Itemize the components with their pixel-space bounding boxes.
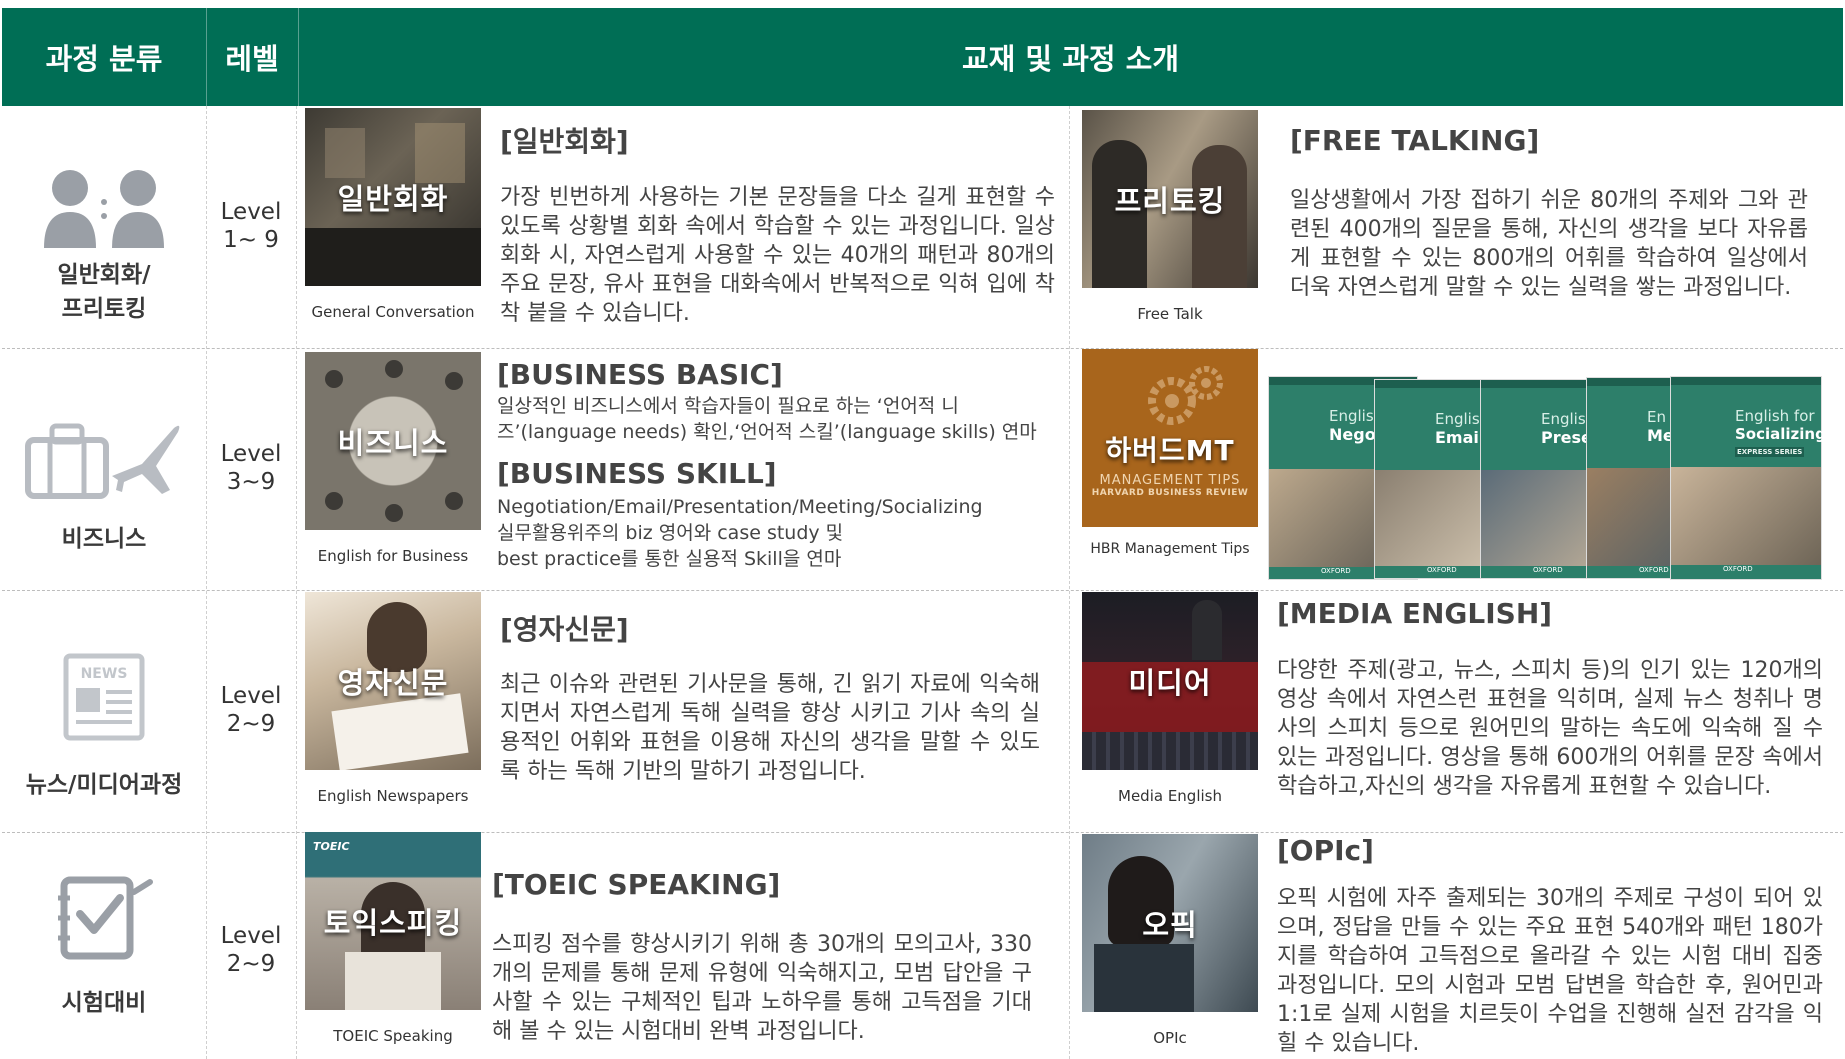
course-description-line: 실무활용위주의 biz 영어와 case study 및 bbox=[497, 522, 844, 544]
course-description: 최근 이슈와 관련된 기사문을 통해, 긴 읽기 자료에 익숙해지면서 자연스럽… bbox=[500, 672, 1040, 784]
briefcase-airplane-icon bbox=[25, 423, 180, 499]
course-thumbnail[interactable]: 비즈니스 English for Business bbox=[305, 352, 481, 566]
table-header: 과정 분류 레벨 교재 및 과정 소개 bbox=[2, 8, 1843, 106]
course-description-line: Negotiation/Email/Presentation/Meeting/S… bbox=[497, 496, 983, 518]
header-intro: 교재 및 과정 소개 bbox=[961, 42, 1180, 76]
course-title: [일반회화] bbox=[500, 125, 629, 158]
svg-text:NEWS: NEWS bbox=[81, 666, 128, 682]
course-title: [영자신문] bbox=[500, 613, 629, 646]
thumbnail-title: 비즈니스 bbox=[337, 426, 449, 460]
course-description: 오픽 시험에 자주 출제되는 30개의 주제로 구성이 되어 있으며, 정답을 … bbox=[1277, 886, 1823, 1056]
course-title: [TOEIC SPEAKING] bbox=[492, 868, 781, 901]
header-level: 레벨 bbox=[225, 42, 279, 76]
newspaper-icon: NEWS bbox=[63, 653, 145, 741]
people-conversation-icon bbox=[44, 170, 164, 248]
course-thumbnail[interactable]: 오픽 OPIc bbox=[1082, 834, 1258, 1048]
category-label: 비즈니스 bbox=[61, 526, 147, 552]
thumbnail-caption: English for Business bbox=[317, 547, 469, 565]
course-description-line: best practice를 통한 실용적 Skill을 연마 bbox=[497, 548, 842, 570]
category-cell: NEWS 뉴스/미디어과정 bbox=[2, 652, 206, 802]
thumbnail-brand: TOEIC bbox=[313, 840, 350, 853]
category-cell: 일반회화/ 프리토킹 bbox=[2, 170, 206, 326]
course-title: [BUSINESS BASIC] bbox=[497, 358, 783, 391]
category-cell: 비즈니스 bbox=[2, 418, 206, 556]
thumbnail-caption: Media English bbox=[1118, 787, 1222, 805]
level-label: Level 3~9 bbox=[220, 441, 282, 495]
course-thumbnail[interactable]: 일반회화 General Conversation bbox=[305, 108, 481, 322]
book-cover-stack: English Negoti OXFORD English Emails OXF… bbox=[1268, 376, 1826, 580]
thumbnail-title: 토익스피킹 bbox=[323, 906, 463, 940]
thumbnail-title: 영자신문 bbox=[337, 666, 449, 700]
course-description: 스피킹 점수를 향상시키기 위해 총 30개의 모의고사, 330개의 문제를 … bbox=[492, 932, 1032, 1044]
level-label: Level 2~9 bbox=[220, 923, 282, 977]
course-thumbnail[interactable]: 프리토킹 Free Talk bbox=[1082, 110, 1258, 324]
course-description: 일상생활에서 가장 접하기 쉬운 80개의 주제와 그와 관련된 400개의 질… bbox=[1290, 188, 1808, 300]
thumbnail-title: 오픽 bbox=[1142, 908, 1198, 942]
course-thumbnail[interactable]: 영자신문 English Newspapers bbox=[305, 592, 481, 806]
course-title: [OPIc] bbox=[1277, 834, 1374, 867]
thumbnail-title: 일반회화 bbox=[337, 182, 449, 216]
category-label: 뉴스/미디어과정 bbox=[25, 772, 183, 798]
thumbnail-subtitle: MANAGEMENT TIPS bbox=[1099, 472, 1241, 488]
course-thumbnail[interactable]: 하버드MT MANAGEMENT TIPS HARVARD BUSINESS R… bbox=[1082, 349, 1258, 558]
thumbnail-caption: OPIc bbox=[1153, 1029, 1187, 1047]
course-description: 다양한 주제(광고, 뉴스, 스피치 등)의 인기 있는 120개의 영상 속에… bbox=[1277, 658, 1823, 799]
course-thumbnail[interactable]: 미디어 Media English bbox=[1082, 592, 1258, 806]
header-category: 과정 분류 bbox=[45, 42, 163, 76]
thumbnail-caption: English Newspapers bbox=[317, 787, 469, 805]
thumbnail-caption: General Conversation bbox=[311, 303, 475, 321]
course-description: 가장 빈번하게 사용하는 기본 문장들을 다소 길게 표현할 수 있도록 상황별… bbox=[500, 185, 1055, 326]
course-title: [FREE TALKING] bbox=[1290, 124, 1540, 157]
thumbnail-title: 미디어 bbox=[1128, 666, 1212, 700]
category-cell: 시험대비 bbox=[2, 874, 206, 1020]
thumbnail-subtitle: HARVARD BUSINESS REVIEW bbox=[1091, 487, 1249, 498]
level-label: Level 2~9 bbox=[220, 683, 282, 737]
course-title-2: [BUSINESS SKILL] bbox=[497, 457, 777, 490]
thumbnail-caption: TOEIC Speaking bbox=[333, 1027, 453, 1045]
category-label: 시험대비 bbox=[61, 990, 147, 1016]
level-label: Level 1~ 9 bbox=[220, 199, 282, 253]
thumbnail-title: 프리토킹 bbox=[1114, 184, 1226, 218]
course-thumbnail[interactable]: TOEIC 토익스피킹 TOEIC Speaking bbox=[305, 832, 481, 1046]
thumbnail-caption: Free Talk bbox=[1137, 305, 1203, 323]
course-title: [MEDIA ENGLISH] bbox=[1277, 597, 1553, 630]
thumbnail-caption: HBR Management Tips bbox=[1090, 541, 1250, 557]
course-description: 일상적인 비즈니스에서 학습자들이 필요로 하는 ‘언어적 니즈’(langua… bbox=[497, 395, 1037, 443]
checklist-exam-icon bbox=[58, 876, 153, 960]
thumbnail-title: 하버드MT bbox=[1105, 433, 1235, 467]
book-cover[interactable]: English for Socializing EXPRESS SERIES O… bbox=[1670, 376, 1826, 580]
category-label: 일반회화/ 프리토킹 bbox=[57, 262, 151, 322]
gears-icon bbox=[1148, 366, 1223, 425]
